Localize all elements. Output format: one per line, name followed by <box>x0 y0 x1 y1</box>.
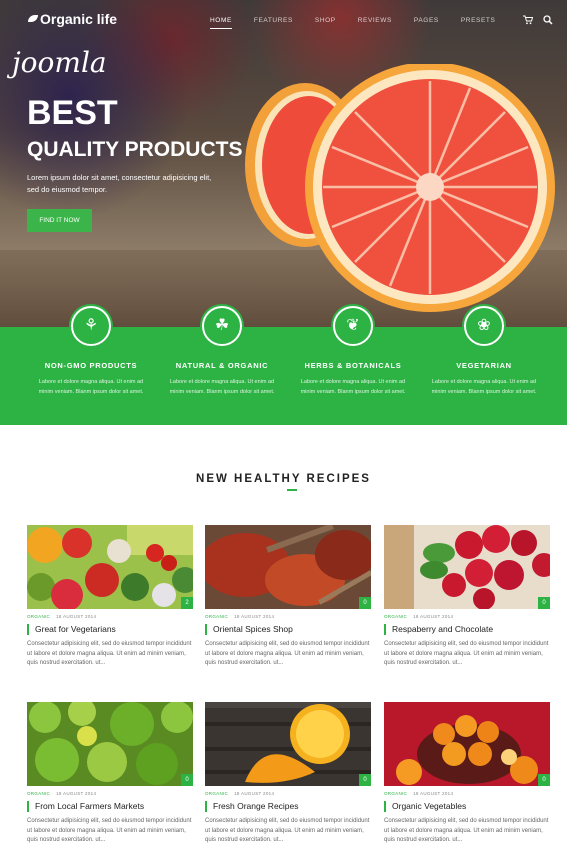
hero-banner: Organic life HOME FEATURES SHOP REVIEWS … <box>0 0 567 327</box>
card-meta: ORGANIC 18 AUGUST 2014 <box>27 614 96 619</box>
card-excerpt: Consectetur adipisicing elit, sed do eiu… <box>205 641 370 666</box>
vegetables-icon: ❀ <box>464 306 504 346</box>
card-meta: ORGANIC 18 AUGUST 2014 <box>205 614 274 619</box>
top-navigation: Organic life HOME FEATURES SHOP REVIEWS … <box>0 0 567 40</box>
feature-title: VEGETARIAN <box>456 361 512 370</box>
comment-count-badge: 0 <box>181 774 193 786</box>
card-title[interactable]: Fresh Orange Recipes <box>205 801 299 812</box>
card-date: 18 AUGUST 2014 <box>234 614 275 619</box>
card-tag[interactable]: ORGANIC <box>27 614 50 619</box>
find-it-now-button[interactable]: FIND IT NOW <box>27 209 92 232</box>
card-tag[interactable]: ORGANIC <box>205 614 228 619</box>
card-date: 18 AUGUST 2014 <box>234 791 275 796</box>
menu-item-reviews[interactable]: REVIEWS <box>358 17 392 29</box>
card-tag[interactable]: ORGANIC <box>384 614 407 619</box>
section-divider <box>287 489 297 491</box>
hero-headline-best: BEST <box>27 94 118 132</box>
leaf-icon <box>28 15 38 22</box>
vegetables-photo[interactable]: 2 <box>27 525 193 609</box>
card-tag[interactable]: ORGANIC <box>27 791 50 796</box>
spices-photo[interactable]: 0 <box>205 525 371 609</box>
card-title[interactable]: Organic Vegetables <box>384 801 466 812</box>
card-excerpt: Consectetur adipisicing elit, sed do eiu… <box>27 641 192 666</box>
joomla-script-title: joomla <box>12 46 107 79</box>
comment-count-badge: 0 <box>538 774 550 786</box>
main-menu: HOME FEATURES SHOP REVIEWS PAGES PRESETS <box>210 17 517 29</box>
hero-headline-quality: QUALITY PRODUCTS <box>27 138 243 161</box>
card-excerpt: Consectetur adipisicing elit, sed do eiu… <box>205 818 370 843</box>
limes-photo[interactable]: 0 <box>27 702 193 786</box>
card-meta: ORGANIC 18 AUGUST 2014 <box>384 614 453 619</box>
card-tag[interactable]: ORGANIC <box>205 791 228 796</box>
comment-count-badge: 0 <box>538 597 550 609</box>
card-date: 18 AUGUST 2014 <box>413 614 454 619</box>
card-excerpt: Consectetur adipisicing elit, sed do eiu… <box>27 818 192 843</box>
card-title[interactable]: Respaberry and Chocolate <box>384 624 493 635</box>
card-meta: ORGANIC 18 AUGUST 2014 <box>205 791 274 796</box>
feature-text: Labore et dolore magna aliqua. Ut enim a… <box>38 379 144 395</box>
menu-item-shop[interactable]: SHOP <box>315 17 336 29</box>
card-title[interactable]: Oriental Spices Shop <box>205 624 293 635</box>
card-title[interactable]: From Local Farmers Markets <box>27 801 144 812</box>
menu-item-features[interactable]: FEATURES <box>254 17 293 29</box>
logo-text: Organic life <box>40 11 118 27</box>
menu-item-presets[interactable]: PRESETS <box>461 17 496 29</box>
comment-count-badge: 0 <box>359 774 371 786</box>
feature-title: HERBS & BOTANICALS <box>304 361 402 370</box>
section-title: NEW HEALTHY RECIPES <box>196 473 371 485</box>
comment-count-badge: 2 <box>181 597 193 609</box>
feature-title: NON-GMO PRODUCTS <box>44 361 138 370</box>
search-icon[interactable] <box>543 15 553 25</box>
oranges-photo[interactable]: 0 <box>205 702 371 786</box>
feature-text: Labore et dolore magna aliqua. Ut enim a… <box>169 379 275 395</box>
organic-vegetables-photo[interactable]: 0 <box>384 702 550 786</box>
card-date: 18 AUGUST 2014 <box>413 791 454 796</box>
card-title[interactable]: Great for Vegetarians <box>27 624 116 635</box>
grapefruit-image <box>305 64 555 312</box>
logo[interactable]: Organic life <box>28 11 117 27</box>
plant-icon: ❦ <box>333 306 373 346</box>
card-date: 18 AUGUST 2014 <box>56 791 97 796</box>
leaf-bowl-icon: ☘ <box>202 306 242 346</box>
hero-description: Lorem ipsum dolor sit amet, consectetur … <box>27 173 212 194</box>
sprout-icon: ⚘ <box>71 306 111 346</box>
feature-title: NATURAL & ORGANIC <box>175 361 269 370</box>
feature-text: Labore et dolore magna aliqua. Ut enim a… <box>300 379 406 395</box>
card-meta: ORGANIC 18 AUGUST 2014 <box>384 791 453 796</box>
card-tag[interactable]: ORGANIC <box>384 791 407 796</box>
cart-icon[interactable] <box>523 15 534 25</box>
menu-item-pages[interactable]: PAGES <box>414 17 439 29</box>
feature-text: Labore et dolore magna aliqua. Ut enim a… <box>431 379 537 395</box>
card-meta: ORGANIC 18 AUGUST 2014 <box>27 791 96 796</box>
card-excerpt: Consectetur adipisicing elit, sed do eiu… <box>384 818 549 843</box>
card-excerpt: Consectetur adipisicing elit, sed do eiu… <box>384 641 549 666</box>
comment-count-badge: 0 <box>359 597 371 609</box>
raspberries-photo[interactable]: 0 <box>384 525 550 609</box>
card-date: 18 AUGUST 2014 <box>56 614 97 619</box>
features-bar: ⚘ NON-GMO PRODUCTS Labore et dolore magn… <box>0 306 567 425</box>
menu-item-home[interactable]: HOME <box>210 17 232 29</box>
